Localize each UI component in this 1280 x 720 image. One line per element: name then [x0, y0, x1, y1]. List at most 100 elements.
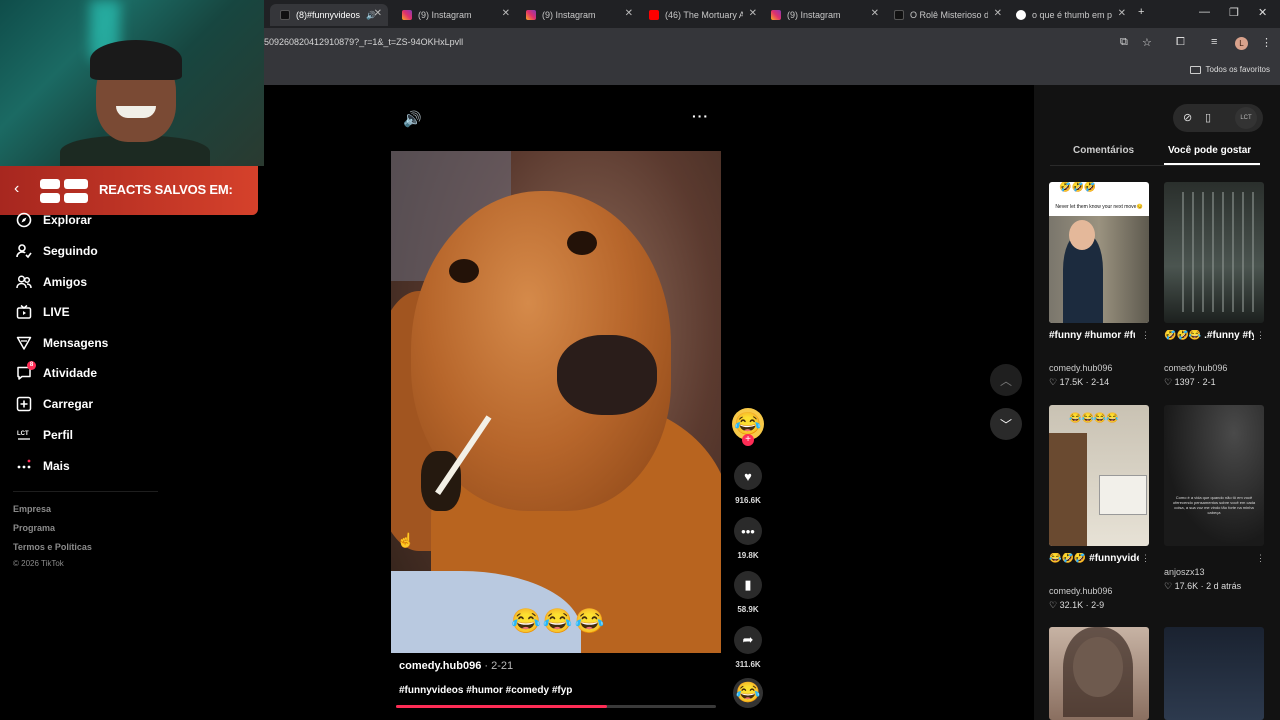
- more-options-icon[interactable]: ···: [692, 108, 709, 124]
- video-player[interactable]: 🔊 ··· 😂😂😂 comedy.hub096 · 2-21 #funnyvid…: [391, 100, 721, 710]
- profile-avatar[interactable]: L: [1235, 37, 1248, 50]
- thumb-text: Never let them know your next move😏: [1055, 204, 1143, 210]
- thumb-meta: ♡ 1397 · 2-1: [1164, 377, 1216, 387]
- thumb-user[interactable]: anjoszx13: [1164, 567, 1205, 577]
- install-app-icon[interactable]: ⧉: [1120, 36, 1128, 49]
- recommended-thumbnail[interactable]: [1164, 627, 1264, 720]
- music-disc-icon[interactable]: 😂: [733, 678, 763, 708]
- restore-icon[interactable]: ❐: [1229, 6, 1239, 19]
- more-icon[interactable]: ⋮: [1256, 553, 1265, 564]
- thumb-caption[interactable]: #funny #humor #funnyvideos...: [1049, 330, 1135, 341]
- top-tools: ⊘ ▯ LCT: [1173, 104, 1263, 132]
- recommended-thumbnail[interactable]: [1164, 182, 1264, 323]
- footer-link-empresa[interactable]: Empresa: [13, 504, 51, 514]
- close-tab-icon[interactable]: ✕: [994, 8, 1002, 19]
- thumb-user[interactable]: comedy.hub096: [1049, 586, 1112, 596]
- thumb-caption[interactable]: 😂🤣🤣 #funnyvideos...: [1049, 553, 1139, 564]
- video-caption[interactable]: #funnyvideos #humor #comedy #fyp: [399, 685, 572, 696]
- save-action[interactable]: ▮ 58.9K: [733, 571, 763, 614]
- tab-comentarios[interactable]: Comentários: [1073, 145, 1134, 156]
- copyright: © 2026 TikTok: [13, 559, 64, 568]
- share-count: 311.6K: [735, 660, 761, 669]
- recommended-thumbnail[interactable]: [1049, 627, 1149, 720]
- close-window-icon[interactable]: ✕: [1258, 6, 1267, 19]
- thumb-caption[interactable]: 🤣🤣😂 .#funny #fyp...: [1164, 330, 1254, 341]
- back-arrow-icon[interactable]: ‹: [14, 180, 19, 198]
- minimize-icon[interactable]: —: [1199, 6, 1210, 18]
- share-action[interactable]: ➦ 311.6K: [733, 626, 763, 669]
- close-tab-icon[interactable]: ✕: [502, 8, 510, 19]
- next-video-button[interactable]: ﹀: [990, 408, 1022, 440]
- like-action[interactable]: ♥ 916.6K: [733, 462, 763, 505]
- all-bookmarks[interactable]: Todos os favoritos: [1189, 65, 1270, 74]
- sidebar-item-atividade[interactable]: 8 Atividade: [16, 361, 97, 384]
- video-frame[interactable]: 😂😂😂: [391, 151, 721, 653]
- close-tab-icon[interactable]: ✕: [374, 8, 382, 19]
- sidebar-item-perfil[interactable]: LCT Perfil: [16, 424, 73, 446]
- compass-small-icon[interactable]: ⊘: [1183, 111, 1192, 124]
- sidebar-item-label: Amigos: [43, 275, 88, 289]
- url-text[interactable]: 509260820412910879?_r=1&_t=ZS-94OKHxLpvl…: [264, 37, 463, 47]
- svg-text:LCT: LCT: [17, 431, 29, 437]
- browser-tab[interactable]: (9) Instagram ✕: [402, 4, 510, 26]
- thumb-user[interactable]: comedy.hub096: [1164, 363, 1227, 373]
- banner-text: REACTS SALVOS EM:: [99, 182, 233, 197]
- sidebar-item-carregar[interactable]: Carregar: [16, 393, 93, 415]
- sidebar-item-amigos[interactable]: Amigos: [16, 271, 87, 293]
- thumb-user[interactable]: comedy.hub096: [1049, 363, 1112, 373]
- overlay-emoji: 😂😂😂: [511, 608, 607, 635]
- sidebar-item-live[interactable]: LIVE: [16, 301, 70, 323]
- sidebar-item-seguindo[interactable]: Seguindo: [16, 240, 98, 262]
- follow-plus-icon[interactable]: +: [742, 434, 754, 446]
- browser-tab[interactable]: (9) Instagram ✕: [526, 4, 633, 26]
- sidebar-item-explorar[interactable]: Explorar: [16, 209, 92, 231]
- tab-voce-pode-gostar[interactable]: Você pode gostar: [1168, 145, 1251, 156]
- person-check-icon: [16, 243, 32, 259]
- more-icon[interactable]: ⋮: [1256, 330, 1265, 341]
- friends-icon: [16, 274, 32, 290]
- more-icon[interactable]: ⋮: [1141, 330, 1150, 341]
- heart-icon[interactable]: ♥: [734, 462, 762, 490]
- browser-tab[interactable]: (9) Instagram ✕: [771, 4, 879, 26]
- webcam-overlay: [0, 0, 264, 166]
- instagram-icon: [526, 10, 536, 20]
- sidebar-item-label: Carregar: [43, 397, 94, 411]
- comment-action[interactable]: ••• 19.8K: [733, 517, 763, 560]
- menu-dots-icon[interactable]: ⋮: [1261, 36, 1272, 49]
- close-tab-icon[interactable]: ✕: [625, 8, 633, 19]
- tab-title: o que é thumb em p: [1032, 10, 1112, 20]
- browser-tab[interactable]: O Rolê Misterioso de ✕: [894, 4, 1002, 26]
- sidebar-item-mensagens[interactable]: Mensagens: [16, 332, 108, 354]
- star-icon[interactable]: ☆: [1142, 36, 1152, 49]
- footer-link-programa[interactable]: Programa: [13, 523, 55, 533]
- more-icon[interactable]: ⋮: [1141, 553, 1150, 564]
- volume-icon[interactable]: 🔊: [403, 110, 422, 128]
- recommended-thumbnail[interactable]: 🤣🤣🤣 Never let them know your next move😏: [1049, 182, 1149, 323]
- extensions-icon[interactable]: ⧠: [1176, 36, 1185, 49]
- hand-cursor-icon: ☝: [397, 532, 415, 548]
- author-name[interactable]: comedy.hub096: [399, 660, 481, 672]
- bookmark-icon[interactable]: ▮: [734, 571, 762, 599]
- previous-video-button[interactable]: ︿: [990, 364, 1022, 396]
- comment-icon[interactable]: •••: [734, 517, 762, 545]
- close-tab-icon[interactable]: ✕: [1118, 8, 1126, 19]
- browser-tab-tiktok-active[interactable]: (8)#funnyvideos 🔊 ✕: [270, 4, 388, 26]
- close-tab-icon[interactable]: ✕: [871, 8, 879, 19]
- browser-tab[interactable]: (46) The Mortuary As ✕: [649, 4, 757, 26]
- close-tab-icon[interactable]: ✕: [749, 8, 757, 19]
- thumb-date: 2-9: [1091, 600, 1105, 610]
- recommended-thumbnail[interactable]: 😂😂😂😂: [1049, 405, 1149, 546]
- sidebar-item-mais[interactable]: Mais: [16, 455, 70, 477]
- phone-icon[interactable]: ▯: [1205, 111, 1211, 124]
- media-icon[interactable]: ≡: [1211, 36, 1217, 48]
- video-author[interactable]: comedy.hub096 · 2-21: [399, 660, 513, 672]
- new-tab-icon[interactable]: +: [1138, 6, 1144, 18]
- footer-link-termos[interactable]: Termos e Políticas: [13, 542, 92, 552]
- recommended-thumbnail[interactable]: Como é a vida que quando não tô em você …: [1164, 405, 1264, 546]
- share-icon[interactable]: ➦: [734, 626, 762, 654]
- sidebar-item-label: Perfil: [43, 428, 74, 442]
- notification-badge: 8: [27, 361, 36, 370]
- video-progress[interactable]: [396, 705, 716, 708]
- browser-tab[interactable]: o que é thumb em p ✕: [1016, 4, 1126, 26]
- user-avatar[interactable]: LCT: [1235, 107, 1257, 129]
